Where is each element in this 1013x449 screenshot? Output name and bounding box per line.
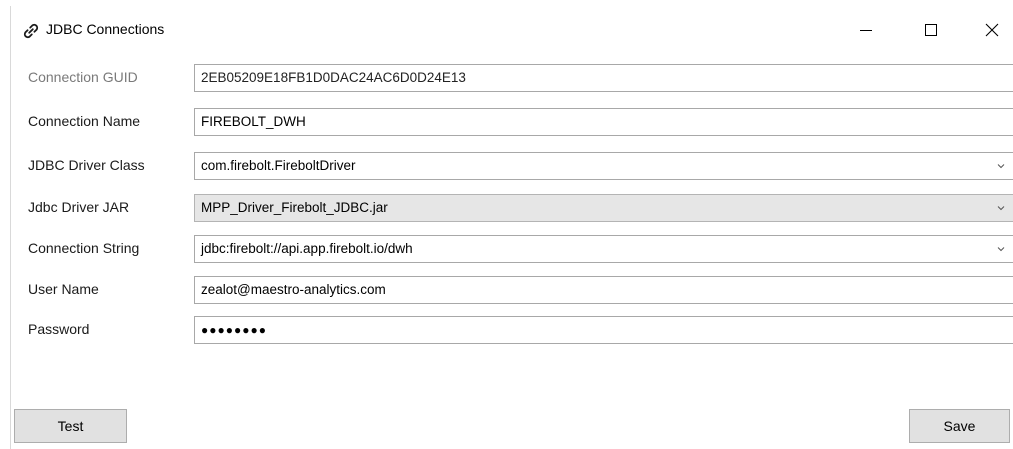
user-name-field[interactable]: zealot@maestro-analytics.com [194,276,1013,304]
minimize-icon [860,30,872,31]
title-bar: JDBC Connections [11,6,1013,52]
jdbc-connections-window: JDBC Connections Connection GUID 2EB0520… [10,6,1013,449]
connection-string-label: Connection String [28,240,140,256]
jdbc-driver-jar-value: MPP_Driver_Firebolt_JDBC.jar [201,200,388,215]
row-connection-guid: Connection GUID 2EB05209E18FB1D0DAC24AC6… [11,64,1013,92]
connection-name-field[interactable]: FIREBOLT_DWH [194,108,1013,136]
minimize-button[interactable] [843,10,889,50]
window-title: JDBC Connections [46,21,165,37]
chevron-down-icon [997,206,1005,211]
row-connection-name: Connection Name FIREBOLT_DWH [11,108,1013,136]
connection-guid-label: Connection GUID [28,69,138,85]
chevron-down-icon [997,247,1005,252]
test-button[interactable]: Test [14,409,127,443]
connection-string-select[interactable]: jdbc:firebolt://api.app.firebolt.io/dwh [194,235,1013,263]
maximize-icon [925,24,937,36]
row-jdbc-driver-class: JDBC Driver Class com.firebolt.FireboltD… [11,152,1013,180]
chevron-down-icon [997,164,1005,169]
link-icon [23,23,39,39]
jdbc-driver-class-select[interactable]: com.firebolt.FireboltDriver [194,152,1013,180]
save-button[interactable]: Save [909,409,1010,443]
row-password: Password ●●●●●●●● [11,316,1013,344]
jdbc-driver-jar-label: Jdbc Driver JAR [28,199,130,215]
password-label: Password [28,321,90,337]
user-name-label: User Name [28,281,99,297]
row-jdbc-driver-jar: Jdbc Driver JAR MPP_Driver_Firebolt_JDBC… [11,194,1013,222]
password-field[interactable]: ●●●●●●●● [194,316,1013,344]
jdbc-driver-class-label: JDBC Driver Class [28,157,145,173]
close-icon [985,23,999,37]
connection-name-label: Connection Name [28,113,141,129]
close-button[interactable] [969,10,1013,50]
maximize-button[interactable] [908,10,954,50]
row-connection-string: Connection String jdbc:firebolt://api.ap… [11,235,1013,263]
connection-guid-field[interactable]: 2EB05209E18FB1D0DAC24AC6D0D24E13 [194,64,1013,92]
jdbc-driver-jar-select[interactable]: MPP_Driver_Firebolt_JDBC.jar [194,194,1013,222]
connection-string-value: jdbc:firebolt://api.app.firebolt.io/dwh [201,241,413,256]
jdbc-driver-class-value: com.firebolt.FireboltDriver [201,158,356,173]
row-user-name: User Name zealot@maestro-analytics.com [11,276,1013,304]
